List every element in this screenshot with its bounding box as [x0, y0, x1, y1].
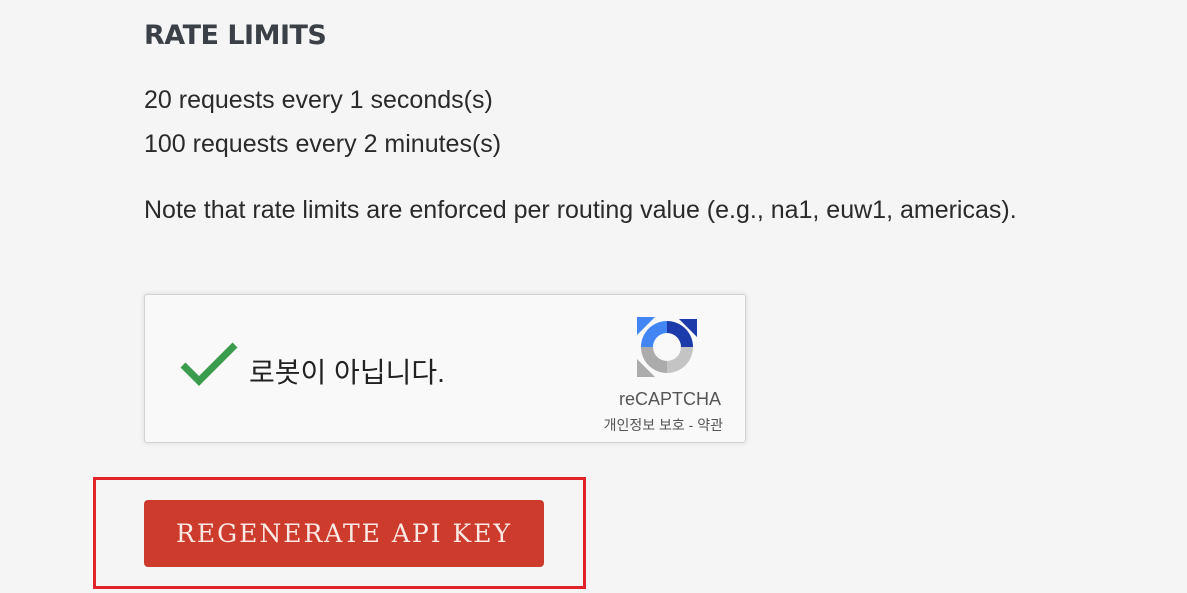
recaptcha-widget: 로봇이 아닙니다. reCAPTCHA 개인정보 보호 - 약관 — [144, 294, 746, 443]
terms-link[interactable]: 약관 — [697, 417, 723, 433]
rate-limit-line: 100 requests every 2 minutes(s) — [144, 130, 502, 158]
rate-limit-note: Note that rate limits are enforced per r… — [144, 196, 1017, 224]
rate-limit-line: 20 requests every 1 seconds(s) — [144, 86, 493, 114]
recaptcha-links: 개인정보 보호 - 약관 — [604, 415, 723, 435]
link-separator: - — [684, 417, 698, 433]
regenerate-api-key-button[interactable]: REGENERATE API KEY — [144, 500, 544, 567]
captcha-label: 로봇이 아닙니다. — [249, 357, 445, 388]
captcha-checkbox-checked-icon[interactable] — [179, 339, 239, 389]
recaptcha-brand: reCAPTCHA — [618, 389, 721, 409]
privacy-link[interactable]: 개인정보 보호 — [604, 417, 685, 433]
recaptcha-logo-icon — [635, 315, 699, 379]
rate-limits-heading: RATE LIMITS — [144, 20, 327, 51]
